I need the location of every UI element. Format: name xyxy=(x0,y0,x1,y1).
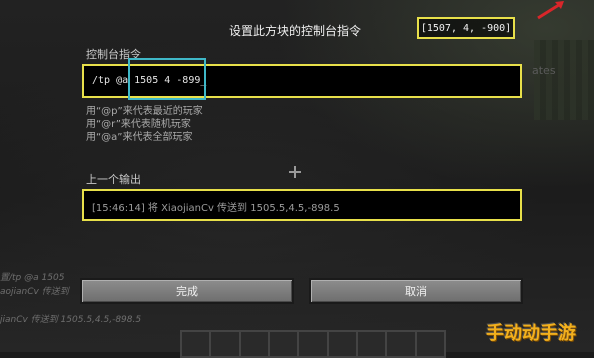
hotbar-slot[interactable] xyxy=(240,332,270,356)
hotbar-slot[interactable] xyxy=(269,332,300,356)
hotbar xyxy=(180,330,446,358)
crosshair-icon xyxy=(289,166,301,178)
previous-output-value: [15:46:14] 将 XiaojianCv 传送到 1505.5,4.5,-… xyxy=(92,203,340,214)
hotbar-slot[interactable] xyxy=(328,332,358,356)
chat-line: jianCv 传送到 1505.5,4.5,-898.5 xyxy=(0,315,142,325)
output-label: 上一个输出 xyxy=(86,173,141,186)
chat-line: 置/tp @a 1505 xyxy=(0,273,65,283)
help-line-all: 用“@a”来代表全部玩家 xyxy=(86,132,193,143)
hotbar-slot[interactable] xyxy=(211,332,241,356)
coordinates-highlight-box xyxy=(128,58,206,100)
chat-line: aojianCv 传送到 xyxy=(0,287,69,297)
site-watermark: 手动动手游 xyxy=(486,323,576,344)
hotbar-slot[interactable] xyxy=(357,332,388,356)
hotbar-slot[interactable] xyxy=(299,332,329,356)
block-coordinates: [1507, 4, -900] xyxy=(417,17,515,39)
done-button[interactable]: 完成 xyxy=(80,278,294,304)
cancel-button[interactable]: 取消 xyxy=(309,278,523,304)
previous-output-field: [15:46:14] 将 XiaojianCv 传送到 1505.5,4.5,-… xyxy=(82,189,522,221)
hotbar-slot[interactable] xyxy=(416,332,444,356)
background-grass-block xyxy=(534,40,594,120)
background-side-text: ates xyxy=(532,64,556,77)
hotbar-slot[interactable] xyxy=(182,332,212,356)
dialog-title: 设置此方块的控制台指令 xyxy=(228,24,361,38)
red-arrow-icon xyxy=(537,1,564,20)
hotbar-slot[interactable] xyxy=(387,332,417,356)
